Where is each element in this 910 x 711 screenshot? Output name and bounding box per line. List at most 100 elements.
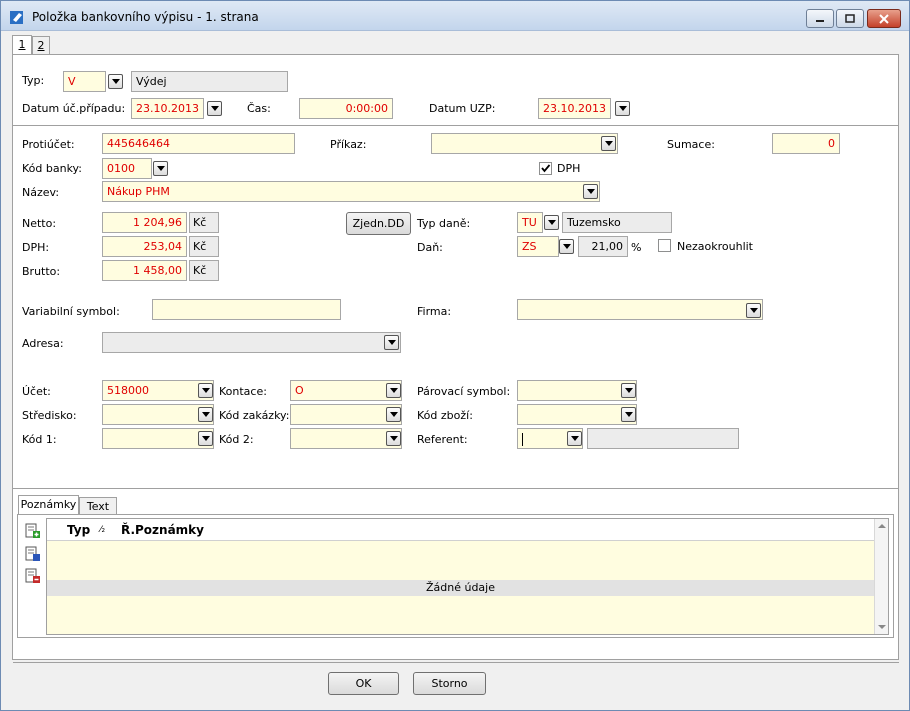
notes-scrollbar[interactable] [874, 519, 888, 634]
add-note-icon[interactable] [25, 523, 41, 539]
protiucet-field[interactable]: 445646464 [102, 133, 295, 154]
dan-rate-field: 21,00 [578, 236, 628, 257]
nazev-label: Název: [22, 186, 60, 199]
brutto-field[interactable]: 1 458,00 [102, 260, 187, 281]
section-divider [13, 125, 899, 126]
column-header-typ[interactable]: Typ [67, 523, 90, 537]
parovaci-symbol-label: Párovací symbol: [417, 385, 511, 398]
maximize-button[interactable] [836, 9, 864, 28]
kod2-label: Kód 2: [219, 433, 254, 446]
kod1-dropdown-button[interactable] [198, 431, 213, 446]
window-title: Položka bankovního výpisu - 1. strana [32, 10, 259, 24]
column-header-sort[interactable]: ⁄₂ [100, 525, 105, 535]
dph-checkbox-label: DPH [557, 162, 581, 175]
sumace-field[interactable]: 0 [772, 133, 840, 154]
referent-label: Referent: [417, 433, 468, 446]
delete-note-icon[interactable] [25, 568, 41, 584]
tab-page-1-label: 1 [18, 38, 26, 51]
referent-dropdown-button[interactable] [567, 431, 582, 446]
parovaci-symbol-field[interactable] [517, 380, 637, 401]
stredisko-dropdown-button[interactable] [198, 407, 213, 422]
sumace-label: Sumace: [667, 138, 715, 151]
dph-field[interactable]: 253,04 [102, 236, 187, 257]
section-divider-bottom [13, 488, 899, 489]
scroll-down-icon[interactable] [878, 624, 886, 630]
prikaz-dropdown-button[interactable] [601, 136, 616, 151]
netto-field[interactable]: 1 204,96 [102, 212, 187, 233]
kod-zakazky-dropdown-button[interactable] [386, 407, 401, 422]
dan-percent-unit: % [631, 241, 642, 254]
cas-field[interactable]: 0:00:00 [299, 98, 393, 119]
ok-button[interactable]: OK [328, 672, 399, 695]
column-header-poznamky[interactable]: Poznámky [135, 523, 204, 537]
dph-label: DPH: [22, 241, 50, 254]
edit-note-icon[interactable] [25, 546, 41, 562]
datum-uzp-label: Datum UZP: [429, 102, 496, 115]
dialog-window: Položka bankovního výpisu - 1. strana 1 … [0, 0, 910, 711]
variabilni-symbol-field[interactable] [152, 299, 341, 320]
app-icon [10, 11, 23, 24]
kod-zbozi-dropdown-button[interactable] [621, 407, 636, 422]
footer-divider [13, 662, 899, 663]
cas-label: Čas: [247, 102, 271, 115]
typ-dane-field[interactable]: TU [517, 212, 543, 233]
maximize-icon [845, 13, 855, 23]
kontace-dropdown-button[interactable] [386, 383, 401, 398]
datum-uc-label: Datum úč.případu: [22, 102, 126, 115]
datum-uzp-field[interactable]: 23.10.2013 [538, 98, 611, 119]
brutto-unit: Kč [189, 260, 219, 281]
variabilni-symbol-label: Variabilní symbol: [22, 305, 120, 318]
text-cursor [522, 432, 523, 446]
kod-zbozi-label: Kód zboží: [417, 409, 473, 422]
tab-poznamky[interactable]: Poznámky [18, 495, 79, 515]
zjedn-dd-button[interactable]: Zjedn.DD [346, 212, 411, 235]
nazev-field[interactable]: Nákup PHM [102, 181, 600, 202]
kod2-dropdown-button[interactable] [386, 431, 401, 446]
close-button[interactable] [867, 9, 901, 28]
notes-grid-body-top [47, 541, 874, 580]
datum-uc-dropdown-button[interactable] [207, 101, 222, 116]
firma-label: Firma: [417, 305, 452, 318]
typ-dropdown-button[interactable] [108, 74, 123, 89]
kod1-label: Kód 1: [22, 433, 57, 446]
prikaz-label: Příkaz: [330, 138, 367, 151]
ucet-dropdown-button[interactable] [198, 383, 213, 398]
kontace-label: Kontace: [219, 385, 267, 398]
dan-dropdown-button[interactable] [559, 239, 574, 254]
notes-grid: Typ ⁄₂ Ř. Poznámky Žádné údaje [46, 518, 889, 635]
close-icon [879, 13, 889, 24]
adresa-dropdown-button[interactable] [384, 335, 399, 350]
tab-page-1[interactable]: 1 [12, 35, 32, 55]
typ-field[interactable]: V [63, 71, 106, 92]
typ-dane-description: Tuzemsko [562, 212, 672, 233]
kod-banky-dropdown-button[interactable] [153, 161, 168, 176]
column-header-radek[interactable]: Ř. [121, 523, 135, 537]
tab-page-2[interactable]: 2 [32, 36, 50, 55]
stredisko-label: Středisko: [22, 409, 77, 422]
firma-dropdown-button[interactable] [746, 303, 761, 318]
kod-zbozi-field[interactable] [517, 404, 637, 425]
datum-uc-field[interactable]: 23.10.2013 [131, 98, 204, 119]
storno-button[interactable]: Storno [413, 672, 486, 695]
parovaci-symbol-dropdown-button[interactable] [621, 383, 636, 398]
title-bar[interactable]: Položka bankovního výpisu - 1. strana [1, 1, 909, 31]
dph-checkbox[interactable] [539, 162, 552, 175]
dan-field[interactable]: ZS [517, 236, 559, 257]
kod-banky-field[interactable]: 0100 [102, 158, 152, 179]
minimize-button[interactable] [806, 9, 834, 28]
nezaokrouhlit-label: Nezaokrouhlit [677, 240, 753, 253]
nazev-dropdown-button[interactable] [583, 184, 598, 199]
adresa-label: Adresa: [22, 337, 64, 350]
minimize-icon [816, 19, 824, 22]
datum-uzp-dropdown-button[interactable] [615, 101, 630, 116]
prikaz-field[interactable] [431, 133, 618, 154]
ucet-label: Účet: [22, 385, 51, 398]
scroll-up-icon[interactable] [878, 523, 886, 529]
typ-label: Typ: [22, 74, 45, 87]
dph-unit: Kč [189, 236, 219, 257]
adresa-field[interactable] [102, 332, 401, 353]
nezaokrouhlit-checkbox[interactable] [658, 239, 671, 252]
firma-field[interactable] [517, 299, 763, 320]
brutto-label: Brutto: [22, 265, 61, 278]
typ-dane-dropdown-button[interactable] [544, 215, 559, 230]
